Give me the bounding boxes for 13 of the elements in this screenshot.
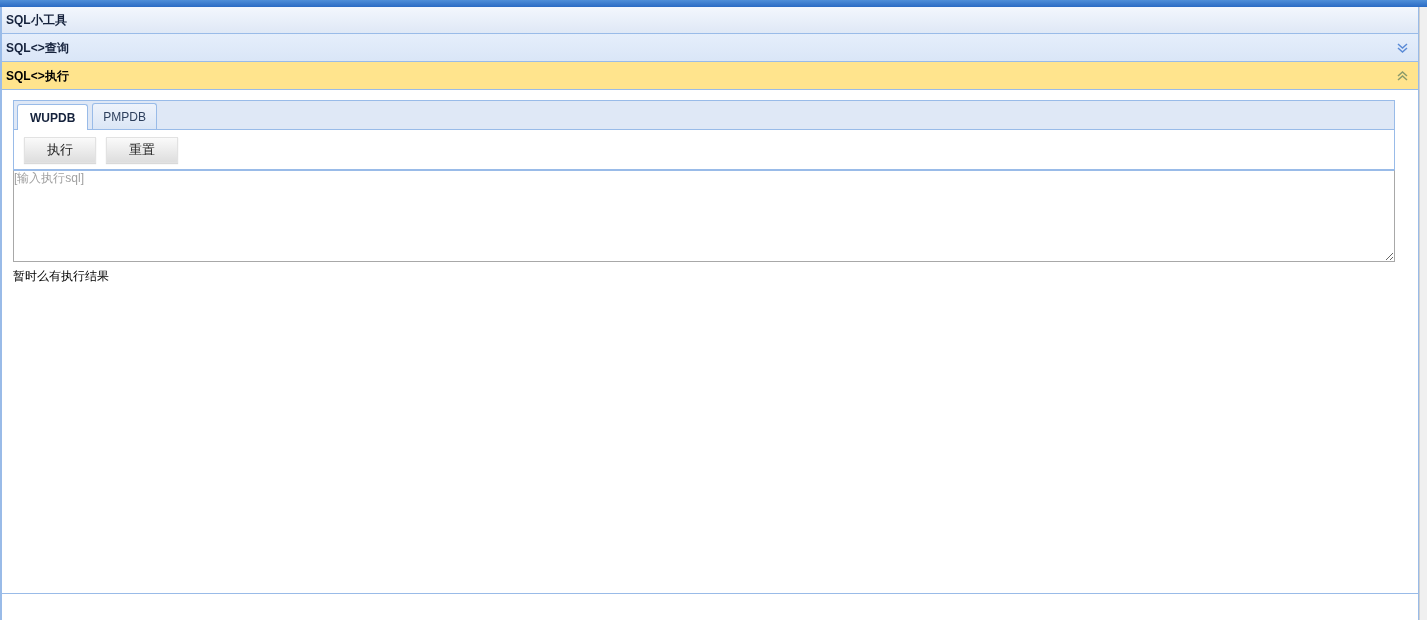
- tab[interactable]: PMPDB: [92, 103, 157, 129]
- panel-title: SQL小工具: [6, 12, 67, 29]
- reset-button[interactable]: 重置: [106, 136, 178, 163]
- accordion-header[interactable]: SQL<>执行: [2, 62, 1418, 90]
- result-message: 暂时么有执行结果: [13, 269, 110, 283]
- accordion-title: SQL<>查询: [6, 39, 69, 57]
- expand-icon[interactable]: [1397, 42, 1408, 53]
- execute-button[interactable]: 执行: [24, 136, 96, 163]
- tab[interactable]: WUPDB: [17, 104, 89, 130]
- accordion-header[interactable]: SQL<>查询: [2, 34, 1418, 62]
- accordion-title: SQL<>执行: [6, 67, 69, 85]
- sql-input[interactable]: [输入执行sql]: [13, 170, 1395, 262]
- collapse-icon[interactable]: [1397, 70, 1408, 81]
